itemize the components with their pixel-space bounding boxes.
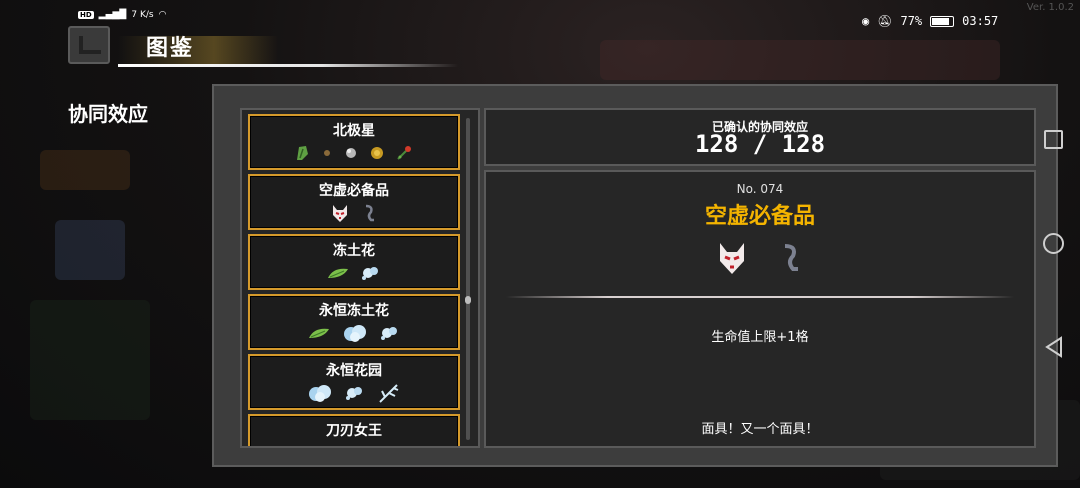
list-item-title: 空虚必备品 — [319, 183, 389, 199]
small-seed-icon — [324, 150, 330, 156]
title-glow — [118, 36, 278, 64]
detail-divider — [506, 296, 1014, 298]
list-item-title: 北极星 — [333, 123, 375, 139]
wifi-icon: ◠ — [158, 10, 167, 20]
list-item[interactable]: 永恒冻土花 — [248, 294, 460, 350]
green-leaf-icon — [328, 268, 348, 278]
silver-orb-icon — [346, 148, 356, 158]
detail-number: No. 074 — [736, 182, 784, 196]
synergy-detail: No. 074 空虚必备品 生命值上限+1格 面具！又一个面具！ — [484, 170, 1036, 448]
status-right: ◉ 🔕︎ 77% 03:57 — [862, 14, 998, 28]
list-item-icons — [250, 321, 458, 345]
scroll-thumb[interactable] — [465, 296, 471, 304]
list-item-title: 冻土花 — [333, 243, 375, 259]
list-item[interactable]: 永恒花园 — [248, 354, 460, 410]
clock: 03:57 — [962, 14, 999, 28]
red-flower-icon — [397, 146, 411, 160]
detail-effect: 生命值上限+1格 — [711, 330, 809, 345]
title-underline — [118, 64, 458, 67]
list-item[interactable]: 冻土花 — [248, 234, 460, 290]
synergy-list[interactable]: 北极星 空虚必备品 冻土花 永恒冻土花 永恒花园 刀刃女王 — [240, 108, 480, 448]
gold-coin-icon — [371, 147, 383, 159]
fox-mask-icon — [333, 205, 347, 222]
section-title: 协同效应 — [68, 102, 148, 126]
signal-icon: ▂▄▆█ — [98, 10, 127, 20]
frost-cloud-icon — [344, 325, 366, 342]
page-title: 图鉴 — [146, 36, 195, 61]
back-triangle-icon[interactable] — [1044, 336, 1064, 358]
detail-flavor-text: 面具！又一个面具！ — [701, 422, 819, 437]
back-button[interactable] — [68, 26, 110, 64]
list-item-icons — [250, 141, 458, 165]
frost-cloud-icon — [309, 385, 331, 402]
grey-hook-icon — [365, 204, 374, 222]
list-item[interactable]: 刀刃女王 — [248, 414, 460, 446]
net-speed: 7 K/s — [131, 10, 154, 20]
green-leaf-icon — [309, 328, 329, 338]
list-item[interactable]: 空虚必备品 — [248, 174, 460, 230]
eye-icon: ◉ — [862, 14, 870, 28]
bell-off-icon: 🔕︎ — [877, 14, 893, 28]
list-item-title: 永恒冻土花 — [319, 303, 389, 319]
status-left: HD ▂▄▆█ 7 K/s ◠ — [78, 10, 166, 20]
hd-badge: HD — [78, 11, 94, 19]
main-panel: 北极星 空虚必备品 冻土花 永恒冻土花 永恒花园 刀刃女王 已确认的协同效应 1… — [212, 84, 1058, 467]
battery-icon — [930, 15, 955, 27]
home-button[interactable] — [1043, 233, 1064, 254]
grey-hook-icon — [784, 244, 798, 271]
counter-value: 128 / 128 — [694, 130, 826, 158]
snow-puff-icon — [362, 267, 378, 280]
synergy-counter: 已确认的协同效应 128 / 128 — [484, 108, 1036, 166]
list-item-icons — [250, 381, 458, 405]
fox-mask-icon — [720, 243, 744, 274]
battery-percent: 77% — [900, 14, 923, 28]
list-item-icons — [250, 261, 458, 285]
list-scrollbar[interactable] — [465, 118, 471, 440]
list-item-icons — [250, 201, 458, 225]
list-item[interactable]: 北极星 — [248, 114, 460, 170]
recent-apps-button[interactable] — [1044, 130, 1063, 149]
list-item-title: 永恒花园 — [326, 363, 382, 379]
version-label: Ver. 1.0.2 — [1026, 2, 1074, 13]
snow-puff-icon — [346, 387, 362, 400]
snow-puff-icon — [381, 327, 397, 340]
detail-name: 空虚必备品 — [704, 204, 815, 229]
detail-icons — [486, 238, 1034, 278]
green-leaf-icon — [297, 146, 308, 160]
list-item-title: 刀刃女王 — [326, 423, 382, 439]
frost-branch-icon — [379, 384, 399, 403]
